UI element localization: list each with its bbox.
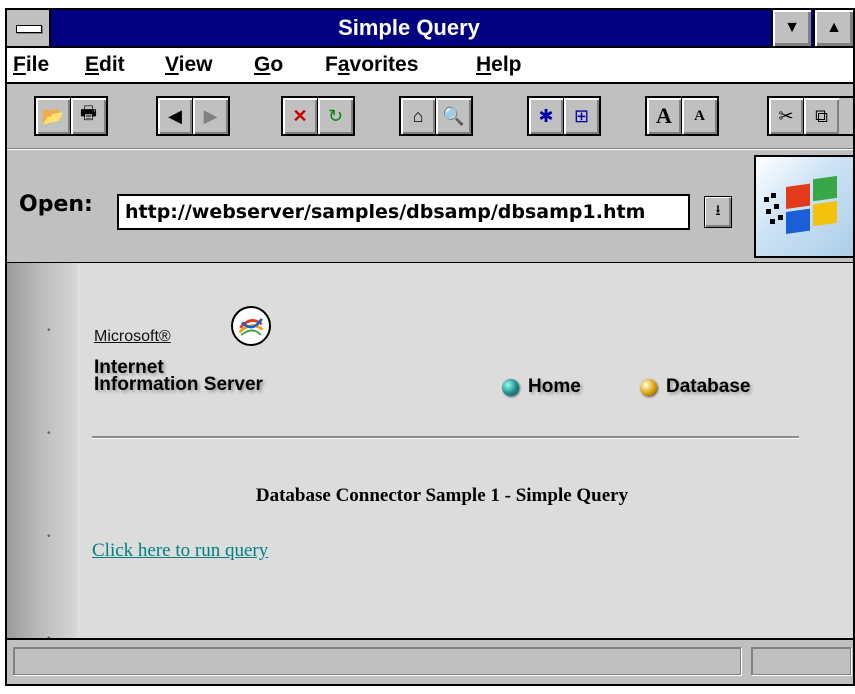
nav-home-link[interactable]: Home xyxy=(502,376,581,398)
toolbar-group-file: 📂 🖶 xyxy=(34,96,108,136)
iis-globe-icon xyxy=(231,306,271,346)
iis-logo-line2: Information Server xyxy=(94,374,263,395)
menu-file-accel: F xyxy=(13,53,26,76)
page-heading: Database Connector Sample 1 - Simple Que… xyxy=(255,485,629,506)
status-bar xyxy=(7,638,853,684)
minimize-icon: ▼ xyxy=(784,19,800,36)
refresh-button[interactable]: ↻ xyxy=(318,98,353,134)
menu-view-accel: V xyxy=(165,53,179,76)
menu-edit-accel: E xyxy=(85,53,100,76)
strip-dot: • xyxy=(47,325,51,336)
print-icon: 🖶 xyxy=(80,103,97,123)
cut-icon: ✂ xyxy=(778,105,794,126)
copy-button[interactable]: ⧉ xyxy=(804,98,839,134)
toolbar-group-favorites: ✱ ⊞ xyxy=(527,96,601,136)
copy-icon: ⧉ xyxy=(815,105,828,126)
stop-button[interactable]: ✕ xyxy=(283,98,318,134)
menu-edit-rest: dit xyxy=(99,53,125,76)
microsoft-logo-text: Microsoft® xyxy=(94,328,171,345)
nav-database-label: Database xyxy=(666,376,751,397)
menu-edit[interactable]: Edit xyxy=(85,53,125,77)
larger-font-button[interactable]: A xyxy=(647,98,682,134)
minimize-button[interactable]: ▼ xyxy=(771,10,811,46)
add-favorite-button[interactable]: ⊞ xyxy=(564,98,599,134)
favorites-button[interactable]: ✱ xyxy=(529,98,564,134)
menu-view-rest: iew xyxy=(178,53,213,76)
menu-go[interactable]: Go xyxy=(254,53,283,77)
forward-icon: ▶ xyxy=(203,105,218,126)
menu-go-accel: G xyxy=(254,53,271,76)
strip-dot: • xyxy=(47,531,51,542)
toolbar-group-home: ⌂ 🔍 xyxy=(399,96,473,136)
back-button[interactable]: ◀ xyxy=(158,98,193,134)
menu-view[interactable]: View xyxy=(165,53,213,77)
menu-help-rest: elp xyxy=(491,53,522,76)
windows-logo-throbber[interactable] xyxy=(754,155,853,258)
back-icon: ◀ xyxy=(168,105,182,126)
toolbar: 📂 🖶 ◀ ▶ ✕ ↻ ⌂ 🔍 ✱ ⊞ A A ✂ ⧉ xyxy=(7,84,853,149)
system-menu-button[interactable] xyxy=(7,10,51,46)
menu-favorites-accel: a xyxy=(337,53,350,76)
cut-button[interactable]: ✂ xyxy=(769,98,804,134)
run-query-link[interactable]: Click here to run query xyxy=(92,540,268,562)
address-label: Open: xyxy=(19,192,93,217)
address-bar: Open: http://webserver/samples/dbsamp/db… xyxy=(7,149,853,264)
address-dropdown-button[interactable]: ⭳ xyxy=(704,196,732,228)
search-button[interactable]: 🔍 xyxy=(436,98,471,134)
page-content: • • • • Microsoft® Internet Information … xyxy=(7,263,853,640)
refresh-icon: ↻ xyxy=(327,105,344,126)
menu-favorites-rest: vorites xyxy=(349,53,419,76)
address-input[interactable]: http://webserver/samples/dbsamp/dbsamp1.… xyxy=(117,194,690,230)
menu-bar: File Edit View Go Favorites Help xyxy=(7,48,853,84)
maximize-button[interactable]: ▲ xyxy=(813,10,853,46)
smaller-font-button[interactable]: A xyxy=(682,98,717,134)
horizontal-rule xyxy=(92,436,799,439)
larger-font-icon: A xyxy=(656,103,672,128)
open-icon: 📂 xyxy=(41,105,65,126)
left-background-strip xyxy=(7,263,77,640)
forward-button[interactable]: ▶ xyxy=(193,98,228,134)
toolbar-group-nav: ◀ ▶ xyxy=(156,96,230,136)
home-button[interactable]: ⌂ xyxy=(401,98,436,134)
database-ball-icon xyxy=(640,378,657,396)
browser-window: Simple Query ▼ ▲ File Edit View Go Favor… xyxy=(5,8,855,686)
windows-flag-icon xyxy=(764,175,837,234)
status-zone-panel xyxy=(751,647,851,675)
nav-database-link[interactable]: Database xyxy=(640,376,751,398)
menu-file[interactable]: File xyxy=(13,53,49,77)
home-ball-icon xyxy=(502,378,519,396)
menu-favorites[interactable]: Favorites xyxy=(325,53,418,77)
favorites-icon: ✱ xyxy=(538,105,554,126)
smaller-font-icon: A xyxy=(694,107,705,124)
system-menu-icon xyxy=(16,25,42,33)
toolbar-group-edit: ✂ ⧉ xyxy=(767,96,853,136)
dropdown-arrow-icon: ⭳ xyxy=(715,202,721,219)
menu-go-rest: o xyxy=(270,53,284,76)
search-icon: 🔍 xyxy=(442,105,465,126)
window-title: Simple Query xyxy=(338,15,480,40)
menu-favorites-pre: F xyxy=(325,53,338,76)
open-button[interactable]: 📂 xyxy=(36,98,71,134)
iis-logo-text: Internet Information Server xyxy=(94,358,263,395)
print-button[interactable]: 🖶 xyxy=(71,98,106,134)
stop-icon: ✕ xyxy=(292,105,308,126)
menu-help-accel: H xyxy=(476,53,492,76)
maximize-icon: ▲ xyxy=(826,19,842,36)
menu-file-rest: ile xyxy=(25,53,50,76)
title-bar[interactable]: Simple Query ▼ ▲ xyxy=(7,10,853,48)
home-icon: ⌂ xyxy=(412,105,424,126)
status-text-panel xyxy=(13,647,741,675)
nav-home-label: Home xyxy=(528,376,581,397)
toolbar-group-load: ✕ ↻ xyxy=(281,96,355,136)
strip-dot: • xyxy=(47,428,51,439)
menu-help[interactable]: Help xyxy=(476,53,522,77)
add-favorite-icon: ⊞ xyxy=(573,105,590,126)
toolbar-group-font: A A xyxy=(645,96,719,136)
